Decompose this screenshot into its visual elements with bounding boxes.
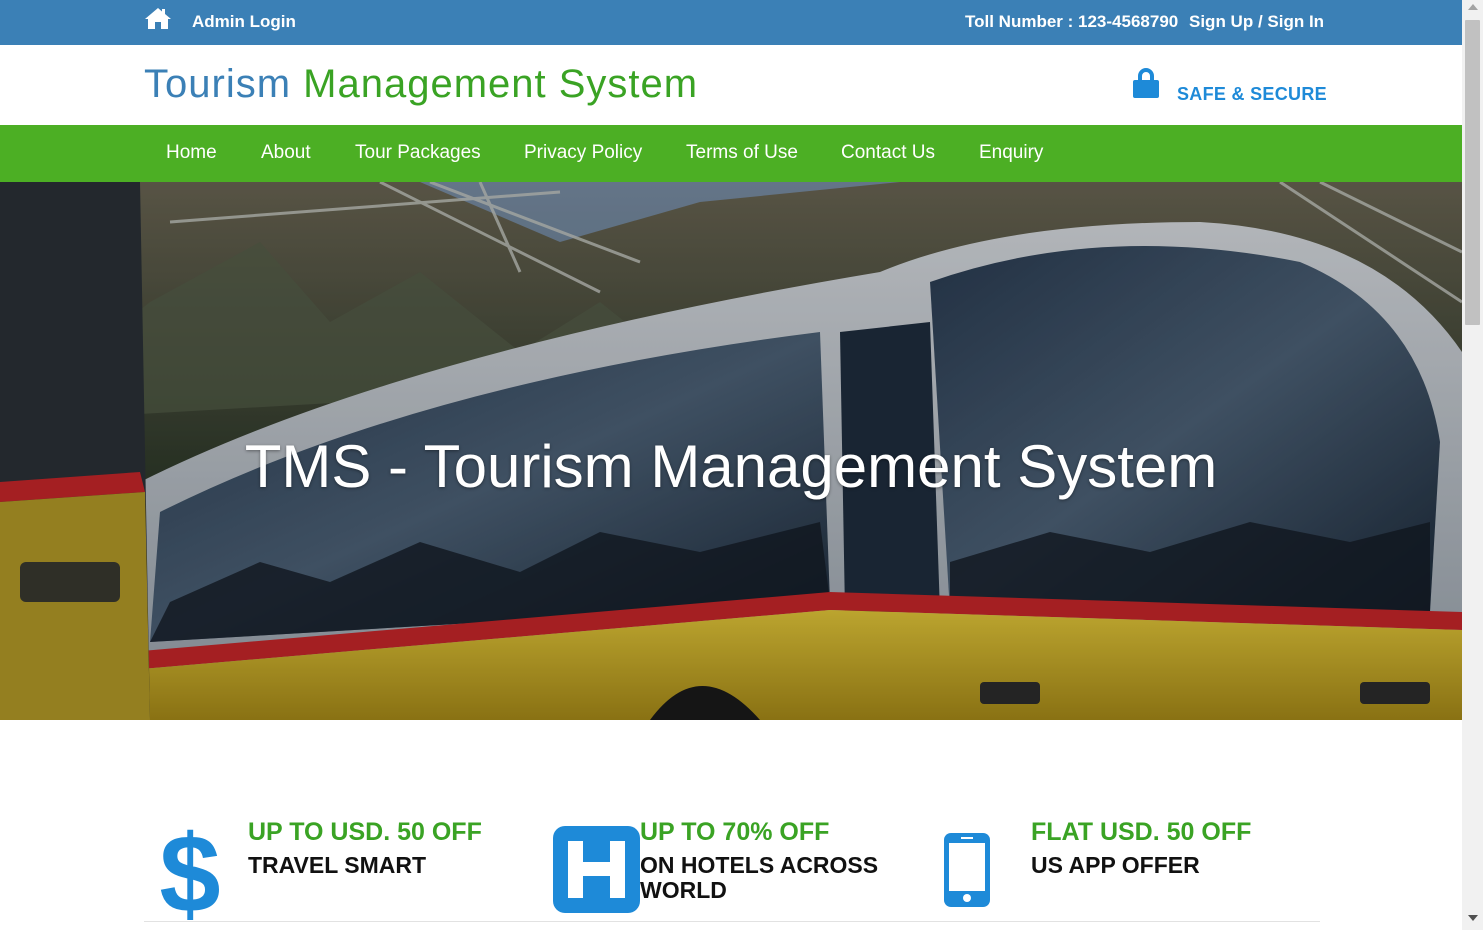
offer-hotels: UP TO 70% OFF ON HOTELS ACROSS WORLD: [640, 818, 900, 903]
nav-about[interactable]: About: [261, 142, 311, 164]
scroll-up-arrow-icon[interactable]: [1468, 4, 1478, 10]
logo-word-1: Tourism: [144, 62, 292, 106]
nav-privacy-policy[interactable]: Privacy Policy: [524, 142, 642, 164]
offer-headline: UP TO 70% OFF: [640, 818, 830, 846]
nav-home[interactable]: Home: [166, 142, 217, 164]
page-scrollbar[interactable]: [1462, 0, 1483, 930]
offer-subline: TRAVEL SMART: [248, 852, 427, 878]
scroll-down-arrow-icon[interactable]: [1468, 915, 1478, 921]
safe-secure-label: SAFE & SECURE: [1177, 84, 1327, 104]
admin-login-link[interactable]: Admin Login: [192, 12, 296, 32]
nav-terms-of-use[interactable]: Terms of Use: [686, 142, 798, 164]
home-icon[interactable]: [143, 6, 173, 30]
offer-subline: US APP OFFER: [1031, 852, 1200, 878]
toll-number: Toll Number : 123-4568790: [965, 12, 1179, 31]
sign-up-sign-in-link[interactable]: Sign Up / Sign In: [1189, 12, 1324, 32]
svg-text:$: $: [160, 820, 220, 920]
offer-subline: ON HOTELS ACROSS WORLD: [640, 852, 879, 903]
hero-banner: TMS - Tourism Management System: [0, 182, 1462, 720]
scroll-thumb[interactable]: [1465, 20, 1480, 325]
logo-word-2: Management System: [303, 62, 699, 106]
top-bar: Admin Login Toll Number : 123-4568790 Si…: [0, 0, 1462, 45]
nav-tour-packages[interactable]: Tour Packages: [355, 142, 481, 164]
main-nav: Home About Tour Packages Privacy Policy …: [0, 125, 1462, 182]
site-header: Tourism Management System SAFE & SECURE: [0, 45, 1462, 125]
section-divider: [144, 921, 1320, 922]
page: Admin Login Toll Number : 123-4568790 Si…: [0, 0, 1462, 930]
nav-contact-us[interactable]: Contact Us: [841, 142, 935, 164]
offer-app: FLAT USD. 50 OFF US APP OFFER: [1031, 818, 1251, 878]
hotel-icon: [553, 826, 640, 913]
offer-travel-smart: UP TO USD. 50 OFF TRAVEL SMART: [248, 818, 482, 878]
offer-headline: FLAT USD. 50 OFF: [1031, 818, 1252, 846]
dollar-icon: $: [160, 820, 220, 920]
hero-title: TMS - Tourism Management System: [244, 433, 1218, 500]
site-logo[interactable]: Tourism Management System: [144, 62, 698, 107]
nav-enquiry[interactable]: Enquiry: [979, 142, 1043, 164]
mobile-icon: [944, 833, 990, 907]
offer-headline: UP TO USD. 50 OFF: [248, 818, 482, 846]
lock-icon: [1133, 68, 1159, 98]
